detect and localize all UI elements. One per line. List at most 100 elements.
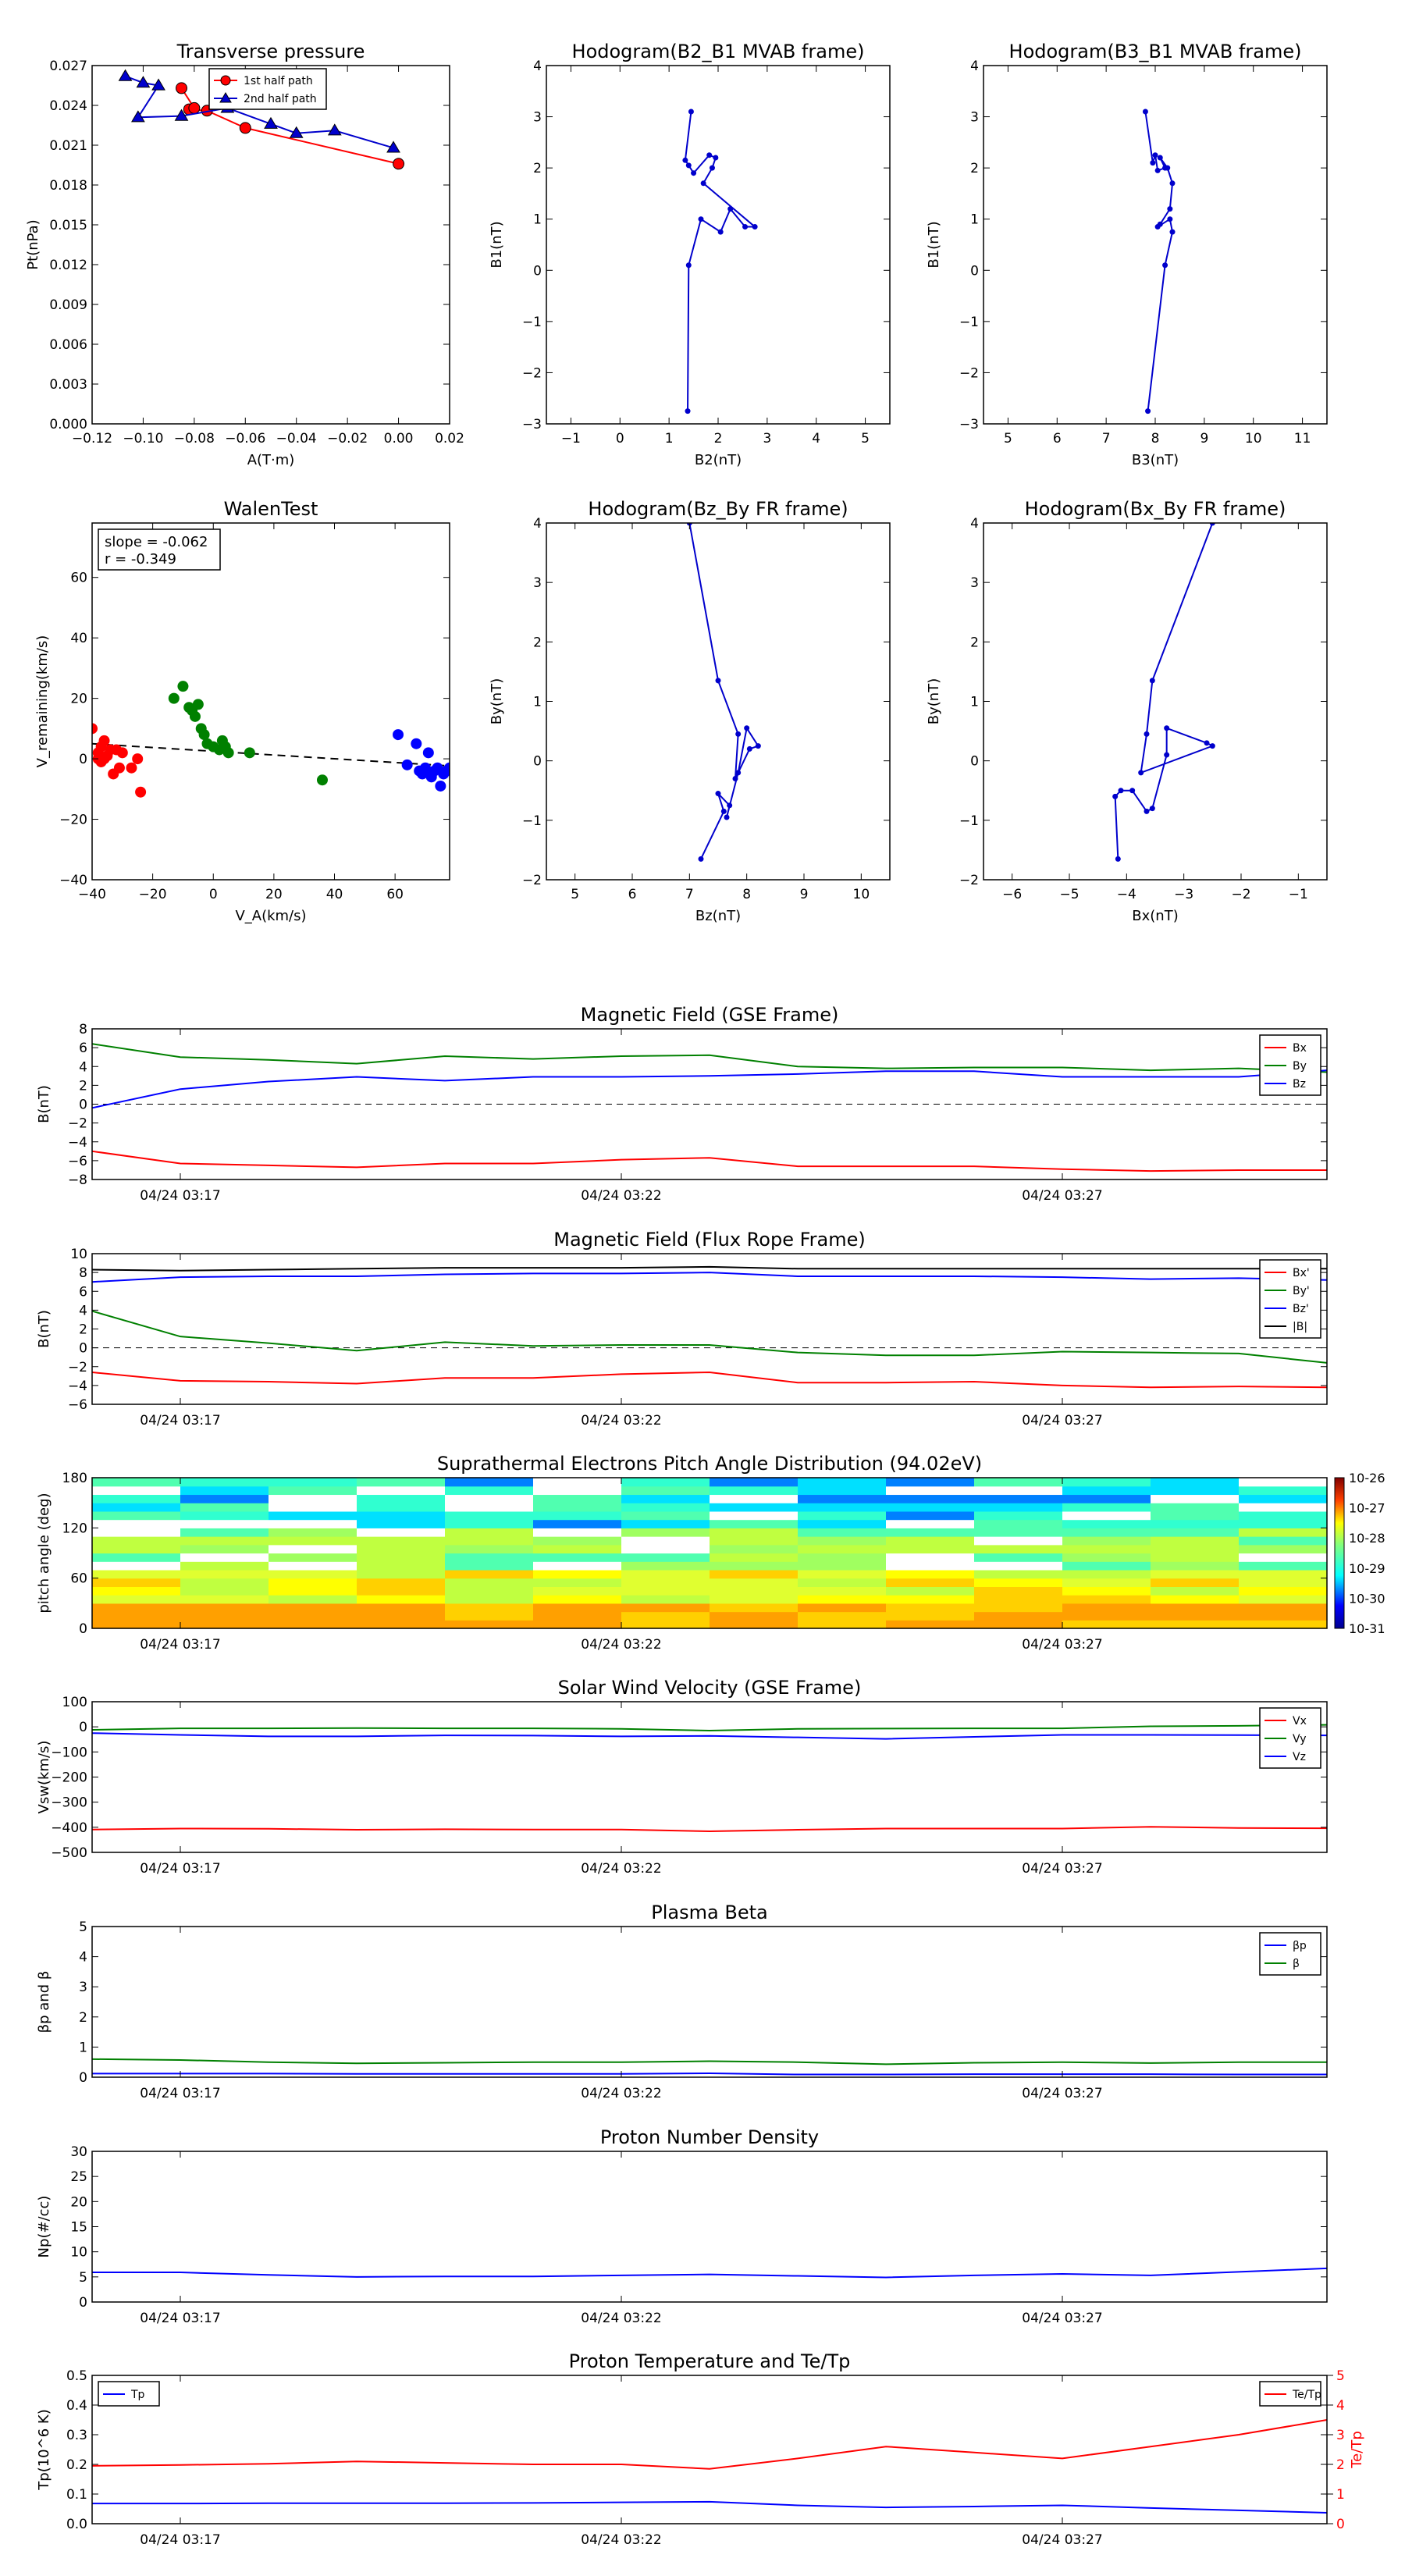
x-tick-label: 04/24 03:22 bbox=[581, 2086, 661, 2101]
y-tick-label: 180 bbox=[62, 1471, 87, 1486]
heat-cell bbox=[1239, 1528, 1328, 1537]
heat-cell bbox=[533, 1603, 622, 1613]
data-point bbox=[239, 122, 251, 134]
heat-cell bbox=[533, 1586, 622, 1596]
x-tick-label: 04/24 03:17 bbox=[140, 1188, 220, 1204]
heat-cell bbox=[180, 1578, 269, 1587]
data-point bbox=[401, 759, 413, 770]
heat-cell bbox=[1239, 1494, 1328, 1503]
x-tick-label: 8 bbox=[742, 887, 751, 902]
x-tick-label: 0 bbox=[209, 887, 218, 902]
data-point bbox=[95, 741, 107, 753]
fit-line bbox=[92, 742, 450, 767]
x-tick-label: 04/24 03:22 bbox=[581, 2311, 661, 2326]
x-tick-label: −4 bbox=[1117, 887, 1136, 902]
y-tick-label: 3 bbox=[1336, 2428, 1345, 2443]
data-point bbox=[682, 157, 688, 163]
y-tick-label: −20 bbox=[59, 813, 87, 828]
data-point bbox=[735, 731, 742, 737]
heat-cell bbox=[710, 1478, 799, 1487]
x-tick-label: 6 bbox=[1053, 431, 1062, 447]
heat-cell bbox=[621, 1544, 710, 1554]
heat-cell bbox=[886, 1595, 975, 1604]
heat-cell bbox=[445, 1603, 534, 1613]
heat-cell bbox=[1151, 1553, 1240, 1562]
heat-cell bbox=[533, 1578, 622, 1587]
heat-cell bbox=[92, 1528, 181, 1537]
series-line bbox=[1114, 523, 1215, 859]
y-tick-label: −2 bbox=[959, 365, 979, 381]
heat-cell bbox=[357, 1569, 446, 1579]
y-tick-label: 4 bbox=[79, 1303, 87, 1318]
chart-vsw: Solar Wind Velocity (GSE Frame) 04/24 03:… bbox=[36, 1677, 1328, 1877]
data-point bbox=[713, 155, 719, 161]
chart-tp: Transverse pressure−0.12 −0.10 −0.08 −0.06−… bbox=[25, 41, 464, 468]
y-axis-label: Vsw(km/s) bbox=[36, 1741, 52, 1814]
x-tick-label: 04/24 03:22 bbox=[581, 2532, 661, 2548]
heat-cell bbox=[974, 1620, 1063, 1629]
heat-cell bbox=[1151, 1561, 1240, 1571]
heat-cell bbox=[445, 1595, 534, 1604]
y-tick-label: −200 bbox=[51, 1770, 87, 1786]
heat-cell bbox=[621, 1485, 710, 1496]
x-tick-label: 0.00 bbox=[384, 431, 414, 447]
data-point bbox=[168, 692, 180, 704]
heat-cell bbox=[180, 1503, 269, 1512]
heat-cell bbox=[1062, 1536, 1151, 1546]
chart-title: Magnetic Field (Flux Rope Frame) bbox=[553, 1229, 865, 1251]
heat-cell bbox=[974, 1578, 1063, 1587]
data-point bbox=[709, 165, 715, 171]
heat-cell bbox=[621, 1569, 710, 1579]
series-line bbox=[91, 1265, 1327, 1272]
heat-cell bbox=[798, 1544, 887, 1554]
heat-cell bbox=[710, 1510, 799, 1521]
heat-cell bbox=[445, 1620, 534, 1629]
heat-cell bbox=[886, 1510, 975, 1521]
y-tick-label: 2 bbox=[1336, 2457, 1345, 2473]
heat-cell bbox=[621, 1578, 710, 1587]
x-tick-label: 04/24 03:27 bbox=[1022, 1861, 1102, 1877]
series-line bbox=[91, 1069, 1328, 1109]
heat-cell bbox=[798, 1485, 887, 1496]
heat-cell bbox=[357, 1494, 446, 1503]
y-axis-label: Np(#/cc) bbox=[36, 2196, 52, 2258]
axes-frame bbox=[983, 522, 1328, 881]
y-tick-label: −300 bbox=[51, 1795, 87, 1811]
y-tick-label: −4 bbox=[68, 1379, 87, 1394]
heat-cell bbox=[269, 1510, 357, 1521]
data-point bbox=[1144, 808, 1150, 814]
heat-cell bbox=[886, 1536, 975, 1546]
heat-cell bbox=[798, 1595, 887, 1604]
heat-cell bbox=[533, 1536, 622, 1546]
data-point bbox=[752, 224, 758, 230]
heat-cell bbox=[180, 1586, 269, 1596]
heat-cell bbox=[1062, 1494, 1151, 1503]
heat-cell bbox=[180, 1595, 269, 1604]
data-point bbox=[1162, 262, 1168, 269]
data-point bbox=[1157, 221, 1163, 227]
heat-cell bbox=[1239, 1510, 1328, 1521]
x-tick-label: −0.02 bbox=[327, 431, 368, 447]
heat-cell bbox=[180, 1553, 269, 1562]
y-tick-label: 1 bbox=[970, 695, 979, 710]
y-tick-label: 0 bbox=[79, 1341, 87, 1357]
series-line bbox=[91, 1310, 1328, 1364]
data-point bbox=[113, 762, 125, 774]
annotation-text: slope = -0.062 bbox=[105, 534, 208, 550]
heat-cell bbox=[445, 1586, 534, 1596]
legend-label: Te/Tp bbox=[1292, 2389, 1321, 2401]
heat-cell bbox=[710, 1544, 799, 1554]
data-point bbox=[1204, 740, 1210, 746]
heat-cell bbox=[621, 1494, 710, 1503]
heat-cell bbox=[974, 1569, 1063, 1579]
chart-title: Hodogram(Bx_By FR frame) bbox=[1025, 498, 1286, 520]
data-point bbox=[1118, 788, 1124, 794]
y-axis-label: pitch angle (deg) bbox=[36, 1493, 52, 1613]
y-tick-label: 0.009 bbox=[49, 297, 87, 313]
heat-cell bbox=[1062, 1503, 1151, 1512]
y-tick-label: 6 bbox=[79, 1041, 87, 1056]
chart-title: Hodogram(Bz_By FR frame) bbox=[588, 498, 848, 520]
heat-cell bbox=[974, 1553, 1063, 1562]
y-tick-label: 0.012 bbox=[49, 258, 87, 273]
series-line bbox=[92, 2267, 1328, 2279]
